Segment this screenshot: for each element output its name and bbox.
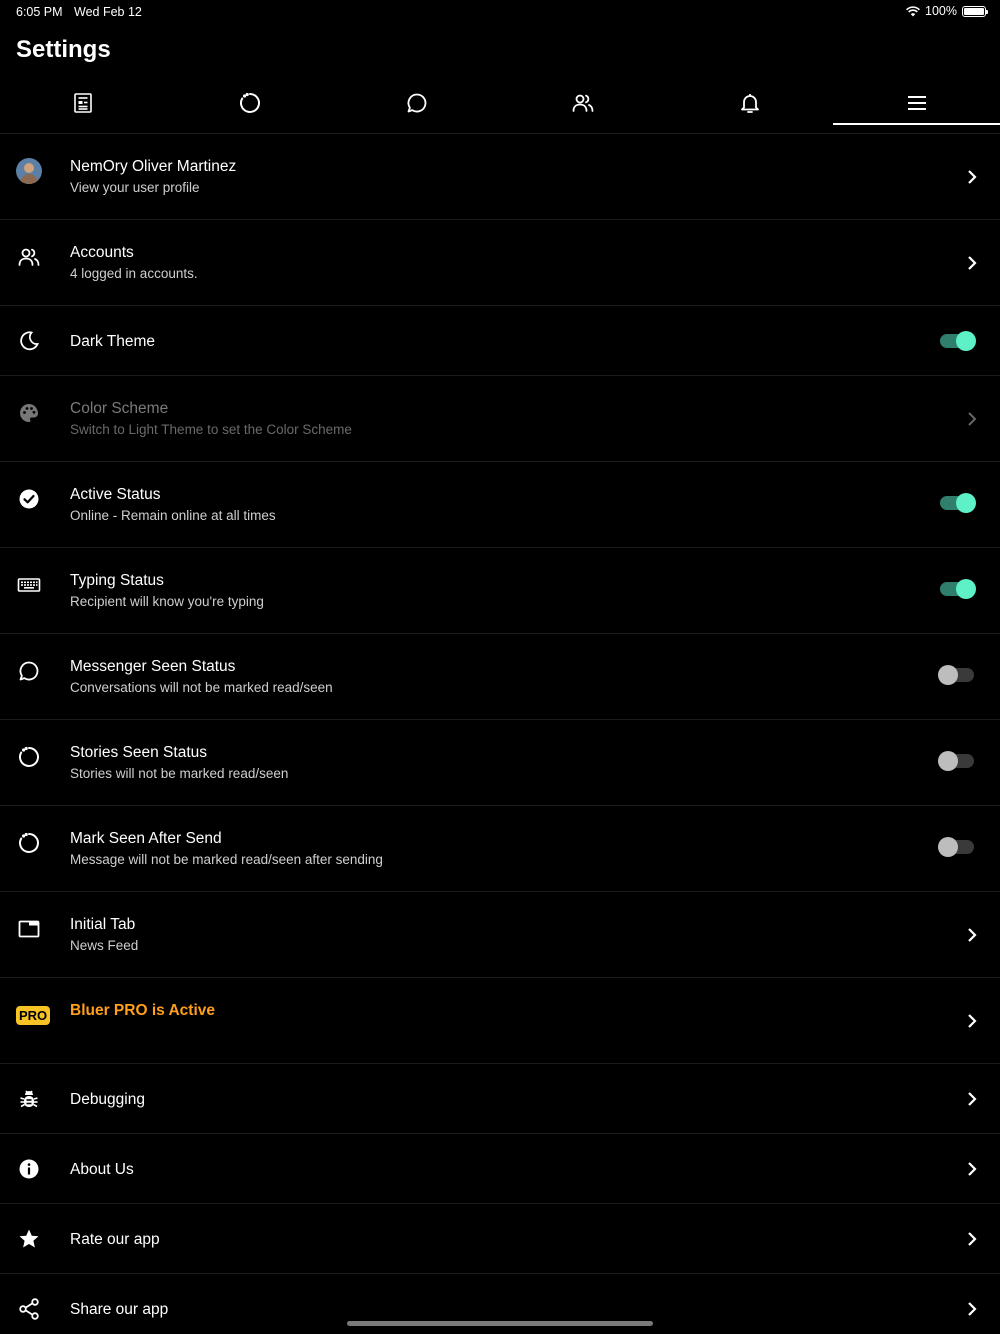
mark-seen-after-send-title: Mark Seen After Send (70, 830, 222, 847)
star-icon (16, 1226, 42, 1252)
settings-row-stories-seen: Stories Seen Status Stories will not be … (0, 719, 1000, 805)
stories-icon (16, 830, 42, 856)
settings-row-accounts[interactable]: Accounts 4 logged in accounts. (0, 219, 1000, 305)
status-time: 6:05 PM (16, 5, 63, 19)
settings-row-mark-seen-after-send: Mark Seen After Send Message will not be… (0, 805, 1000, 891)
moon-icon (16, 328, 42, 354)
tab-friends[interactable] (500, 80, 667, 126)
profile-name: NemOry Oliver Martinez (70, 158, 237, 175)
status-date: Wed Feb 12 (74, 5, 142, 19)
tab-messenger[interactable] (333, 80, 500, 126)
settings-row-typing-status: Typing Status Recipient will know you're… (0, 547, 1000, 633)
accounts-icon (16, 244, 42, 270)
settings-row-active-status: Active Status Online - Remain online at … (0, 461, 1000, 547)
settings-row-pro[interactable]: PRO Bluer PRO is Active (0, 977, 1000, 1063)
chevron-right-icon (966, 411, 978, 427)
settings-list: NemOry Oliver Martinez View your user pr… (0, 133, 1000, 1334)
chevron-right-icon (966, 169, 978, 185)
tab-window-icon (16, 916, 42, 942)
profile-subtitle: View your user profile (70, 180, 200, 195)
accounts-subtitle: 4 logged in accounts. (70, 266, 198, 281)
wifi-icon (906, 5, 920, 16)
home-indicator[interactable] (347, 1321, 653, 1326)
mark-seen-after-send-subtitle: Message will not be marked read/seen aft… (70, 852, 383, 867)
tab-news-feed[interactable] (0, 80, 167, 126)
accounts-title: Accounts (70, 244, 134, 261)
tab-stories[interactable] (167, 80, 334, 126)
stories-seen-title: Stories Seen Status (70, 744, 207, 761)
messenger-seen-toggle[interactable] (938, 665, 974, 685)
tab-menu[interactable] (833, 80, 1000, 126)
bug-icon (16, 1086, 42, 1112)
stories-seen-subtitle: Stories will not be marked read/seen (70, 766, 289, 781)
stories-seen-toggle[interactable] (938, 751, 974, 771)
initial-tab-title: Initial Tab (70, 916, 136, 933)
notifications-icon (741, 94, 759, 113)
chevron-right-icon (966, 1301, 978, 1317)
dark-theme-toggle[interactable] (940, 331, 976, 351)
tab-bar (0, 80, 1000, 126)
mark-seen-after-send-toggle[interactable] (938, 837, 974, 857)
active-status-toggle[interactable] (940, 493, 976, 513)
status-right: 100% (906, 4, 988, 18)
friends-icon (572, 94, 594, 112)
settings-row-debugging[interactable]: Debugging (0, 1063, 1000, 1133)
messenger-seen-title: Messenger Seen Status (70, 658, 236, 675)
chevron-right-icon (966, 1013, 978, 1029)
news-feed-icon (74, 93, 93, 113)
settings-row-initial-tab[interactable]: Initial Tab News Feed (0, 891, 1000, 977)
debugging-title: Debugging (70, 1091, 145, 1108)
typing-status-subtitle: Recipient will know you're typing (70, 594, 264, 609)
page-title: Settings (16, 36, 111, 63)
keyboard-icon (16, 572, 42, 598)
battery-percent: 100% (925, 4, 957, 18)
battery-icon (962, 5, 988, 17)
tab-notifications[interactable] (667, 80, 834, 126)
pro-badge-label: PRO (16, 1005, 51, 1025)
pro-badge: PRO (16, 1002, 51, 1028)
initial-tab-value: News Feed (70, 938, 139, 953)
dark-theme-title: Dark Theme (70, 333, 155, 350)
stories-icon (16, 744, 42, 770)
active-status-title: Active Status (70, 486, 161, 503)
typing-status-title: Typing Status (70, 572, 164, 589)
share-icon (16, 1296, 42, 1322)
settings-row-about[interactable]: About Us (0, 1133, 1000, 1203)
chevron-right-icon (966, 1091, 978, 1107)
about-title: About Us (70, 1161, 134, 1178)
settings-row-messenger-seen: Messenger Seen Status Conversations will… (0, 633, 1000, 719)
share-title: Share our app (70, 1301, 169, 1318)
messenger-icon (407, 93, 427, 113)
rate-title: Rate our app (70, 1231, 160, 1248)
check-circle-icon (16, 486, 42, 512)
color-scheme-subtitle: Switch to Light Theme to set the Color S… (70, 422, 352, 437)
stories-icon (239, 92, 260, 113)
avatar (16, 158, 42, 184)
settings-row-dark-theme: Dark Theme (0, 305, 1000, 375)
active-status-subtitle: Online - Remain online at all times (70, 508, 276, 523)
chevron-right-icon (966, 927, 978, 943)
color-scheme-title: Color Scheme (70, 400, 169, 417)
typing-status-toggle[interactable] (940, 579, 976, 599)
settings-row-color-scheme[interactable]: Color Scheme Switch to Light Theme to se… (0, 375, 1000, 461)
palette-icon (16, 400, 42, 426)
messenger-seen-subtitle: Conversations will not be marked read/se… (70, 680, 333, 695)
chevron-right-icon (966, 1161, 978, 1177)
chevron-right-icon (966, 255, 978, 271)
messenger-icon (16, 658, 42, 684)
pro-title: Bluer PRO is Active (70, 1002, 216, 1019)
info-icon (16, 1156, 42, 1182)
settings-row-profile[interactable]: NemOry Oliver Martinez View your user pr… (0, 133, 1000, 219)
menu-icon (907, 96, 926, 110)
settings-row-rate[interactable]: Rate our app (0, 1203, 1000, 1273)
chevron-right-icon (966, 1231, 978, 1247)
status-bar: 6:05 PM Wed Feb 12 100% (0, 0, 1000, 24)
